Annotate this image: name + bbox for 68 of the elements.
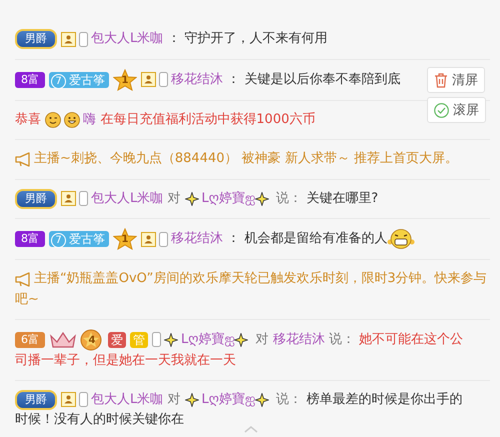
clear-screen-button[interactable]: 清屏: [427, 67, 485, 93]
separator-label: 说：: [328, 332, 355, 347]
emoji-icon: [64, 112, 80, 128]
check-circle-icon: [434, 102, 449, 118]
separator-label: 说：: [276, 190, 302, 206]
target-user-name[interactable]: Lღ婷寶ஐ: [202, 392, 255, 407]
guard-icon: [141, 72, 156, 88]
user-name[interactable]: 移花结沐: [171, 72, 223, 87]
role-tag: 爱: [108, 332, 126, 348]
guard-icon: [141, 232, 156, 247]
megaphone-icon: [15, 152, 31, 167]
role-tag: 管: [130, 332, 148, 348]
fan-level: 7: [51, 74, 66, 89]
separator-label: ：: [227, 231, 240, 246]
wealth-badge: 8富: [15, 72, 45, 88]
announcement-text: 主播~刺挠、今晚九点（884440） 被神豪 新人求带～ 推荐上首页大屏。: [34, 151, 458, 166]
chat-message: 她不可能在这个公: [359, 332, 464, 347]
star-level-badge: 1: [113, 68, 137, 91]
congrats-label: 恭喜: [15, 112, 41, 127]
crown-icon: [49, 330, 77, 349]
chat-message: 榜单最差的时候是你出手的: [306, 392, 462, 407]
separator-label: ：: [227, 72, 240, 87]
announcement-text: 主播“奶瓶盖盖OvO”房间的欢乐摩天轮已触发欢乐时刻，限时3分钟。快来参与: [34, 271, 487, 286]
chat-message: 关键是以后你奉不奉陪到底: [244, 72, 400, 87]
separator-label: 说：: [276, 392, 302, 407]
user-name[interactable]: 包大人L米咖: [91, 392, 164, 407]
chat-message: 司播一辈子，但是她在一天我就在一天: [15, 352, 236, 370]
chat-message: 机会都是留给有准备的人: [244, 231, 388, 246]
guard-icon: [61, 392, 76, 408]
announcement-text: 吧~: [15, 290, 39, 309]
user-name[interactable]: 包大人L米咖: [91, 31, 164, 46]
phone-icon: [79, 191, 88, 206]
fan-club-name: 爱古筝: [69, 72, 105, 87]
user-name[interactable]: 包大人L米咖: [91, 190, 164, 206]
emoji-icon: [45, 112, 62, 128]
phone-icon: [152, 332, 161, 348]
gift-message: 在每日充值福利活动中获得1000六币: [100, 112, 316, 127]
to-label: 对: [167, 392, 180, 407]
target-user-name[interactable]: Lღ婷寶ஐ: [202, 190, 255, 206]
separator-label: ：: [167, 31, 180, 46]
noble-badge: 男爵: [15, 390, 57, 410]
chat-message: 时候！没有人的时候关键你在: [15, 411, 184, 430]
guard-icon: [61, 32, 76, 46]
medal-level-badge: 4: [80, 328, 104, 351]
star-level-badge: 1: [113, 228, 137, 250]
user-name[interactable]: 嗨: [83, 112, 96, 127]
phone-icon: [79, 392, 88, 408]
noble-badge: 男爵: [15, 188, 57, 209]
user-name[interactable]: Lღ婷寶ஐ: [181, 332, 234, 347]
scroll-up-icon[interactable]: [244, 425, 258, 433]
fan-level: 7: [51, 233, 66, 248]
wealth-badge: 8富: [15, 231, 45, 248]
noble-badge: 男爵: [15, 29, 57, 49]
phone-icon: [159, 232, 168, 247]
phone-icon: [159, 72, 168, 88]
to-label: 对: [256, 332, 269, 347]
chat-message: 守护开了，人不来有何用: [184, 31, 328, 46]
user-name[interactable]: 移花结沐: [171, 231, 223, 246]
target-user-name[interactable]: 移花结沐: [272, 332, 325, 347]
fan-club-name: 爱古筝: [69, 232, 105, 246]
megaphone-icon: [15, 272, 31, 287]
guard-icon: [61, 191, 76, 206]
wealth-badge: 6富: [15, 332, 45, 348]
scroll-lock-button[interactable]: 滚屏: [427, 97, 486, 123]
chat-message: 关键在哪里?: [306, 190, 378, 206]
to-label: 对: [167, 190, 180, 206]
phone-icon: [79, 32, 88, 46]
trash-icon: [434, 72, 448, 88]
